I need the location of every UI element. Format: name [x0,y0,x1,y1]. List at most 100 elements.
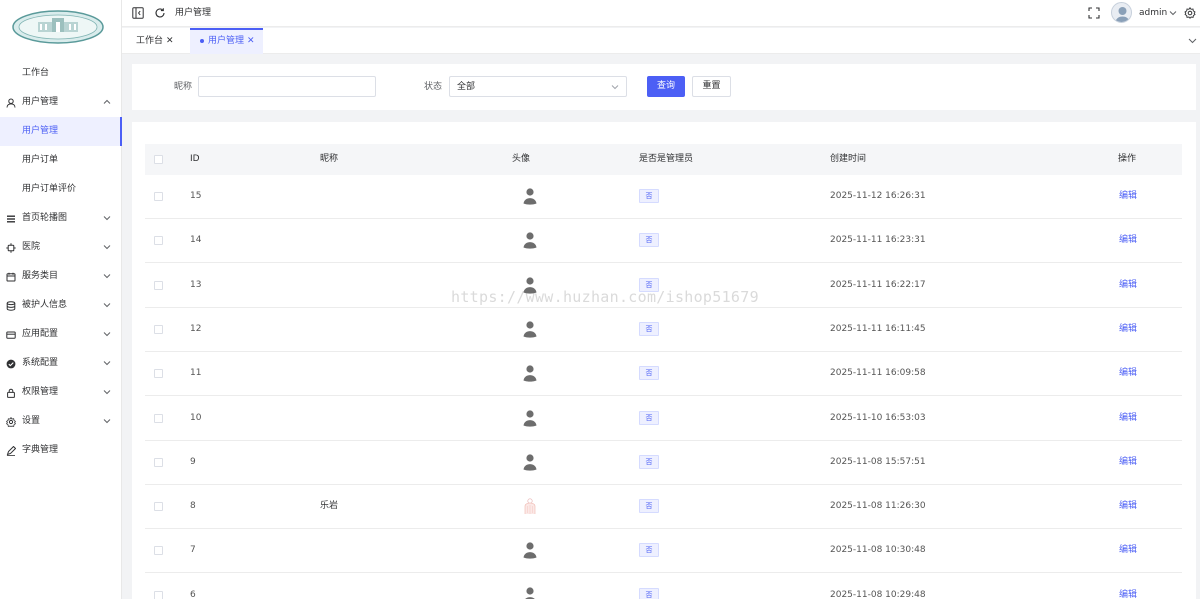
is-admin-badge: 否 [639,321,659,336]
table-row[interactable]: 12 否 2025-11-11 16:11:45 编辑 [145,308,1182,352]
tabs-bar: 工作台 ✕ 用户管理 ✕ [122,28,1200,54]
refresh-icon[interactable] [154,7,166,19]
sidebar-item-workbench[interactable]: 工作台 [0,59,122,88]
row-checkbox[interactable] [154,280,163,290]
nickname-input[interactable] [198,76,376,97]
edit-link[interactable]: 编辑 [1119,324,1137,335]
chevron-down-icon [103,216,111,221]
edit-link[interactable]: 编辑 [1119,191,1137,202]
user-icon [6,98,16,108]
close-icon[interactable]: ✕ [247,36,255,46]
row-checkbox[interactable] [154,502,163,512]
lock-icon [7,388,15,398]
table-row[interactable]: 8 乐岩 否 2025-11-08 11:26:30 编辑 [145,485,1182,530]
table-row[interactable]: 14 否 2025-11-11 16:23:31 编辑 [145,219,1182,264]
is-admin-badge: 否 [639,587,659,599]
is-admin-badge: 否 [639,499,659,514]
tab-workbench[interactable]: 工作台 ✕ [136,28,192,54]
cell-created: 2025-11-08 11:26:30 [830,501,926,512]
edit-link[interactable]: 编辑 [1119,413,1137,424]
row-checkbox[interactable] [154,236,163,246]
edit-link[interactable]: 编辑 [1119,368,1137,379]
cell-id: 7 [190,545,196,556]
sidebar-item-label: 服务类目 [22,271,59,281]
row-checkbox[interactable] [154,369,163,379]
topbar: 用户管理 admin [122,0,1200,27]
sidebar-subitem-user-orders[interactable]: 用户订单 [0,146,122,175]
sidebar-item-label: 权限管理 [22,387,59,397]
close-icon[interactable]: ✕ [166,36,174,46]
row-checkbox[interactable] [154,457,163,467]
user-avatar-icon [522,320,538,338]
cell-id: 15 [190,191,202,201]
sidebar-subitem-order-reviews[interactable]: 用户订单评价 [0,175,122,204]
cell-created: 2025-11-11 16:22:17 [830,279,926,290]
table-row[interactable]: 7 否 2025-11-08 10:30:48 编辑 [145,529,1182,574]
cell-created: 2025-11-08 10:30:48 [830,545,926,556]
edit-link[interactable]: 编辑 [1119,545,1137,556]
select-all-checkbox[interactable] [154,155,163,164]
status-select[interactable]: 全部 [449,76,627,97]
sidebar-item-label: 工作台 [22,68,50,78]
active-dot-icon [200,38,204,43]
database-icon [6,301,16,311]
sidebar-item-label: 用户管理 [22,97,59,107]
sidebar: 工作台 用户管理 用户管理 用户订单 用户订单评价 首页轮播图 医院 服务类目 [0,0,122,599]
user-avatar-icon [522,497,538,515]
table-row[interactable]: 15 否 2025-11-12 16:26:31 编辑 [145,175,1182,219]
chevron-down-icon[interactable] [1188,36,1197,45]
sidebar-item-hospital[interactable]: 医院 [0,233,122,262]
sidebar-item-label: 医院 [22,242,41,252]
is-admin-badge: 否 [639,410,659,425]
cell-id: 9 [190,456,196,467]
chevron-down-icon [103,274,111,279]
row-checkbox[interactable] [154,546,163,556]
chevron-down-icon[interactable] [1169,9,1177,17]
username[interactable]: admin [1139,8,1167,19]
sidebar-item-label: 用户订单 [22,155,59,165]
user-avatar-icon [522,409,538,427]
search-panel: 昵称 状态 全部 查询 重置 [132,64,1196,110]
row-checkbox[interactable] [154,413,163,423]
sidebar-item-settings[interactable]: 设置 [0,407,122,436]
avatar[interactable] [1111,2,1132,23]
sidebar-item-label: 被护人信息 [22,300,68,310]
sidebar-item-label: 用户订单评价 [22,184,77,194]
status-select-value: 全部 [457,82,476,92]
table-row[interactable]: 11 否 2025-11-11 16:09:58 编辑 [145,352,1182,397]
sidebar-item-patient-info[interactable]: 被护人信息 [0,291,122,320]
sidebar-item-service-category[interactable]: 服务类目 [0,262,122,291]
reset-button[interactable]: 重置 [692,76,731,97]
chevron-down-icon [103,332,111,337]
cell-id: 6 [190,589,196,599]
sidebar-item-permissions[interactable]: 权限管理 [0,378,122,407]
cell-created: 2025-11-10 16:53:03 [830,412,926,423]
sidebar-item-user-management[interactable]: 用户管理 [0,88,122,117]
tab-user-management[interactable]: 用户管理 ✕ [190,28,263,54]
edit-link[interactable]: 编辑 [1119,235,1137,246]
table-row[interactable]: 9 否 2025-11-08 15:57:51 编辑 [145,441,1182,485]
row-checkbox[interactable] [154,192,163,201]
edit-link[interactable]: 编辑 [1119,457,1137,468]
row-checkbox[interactable] [154,590,163,599]
edit-link[interactable]: 编辑 [1119,280,1137,291]
sidebar-item-label: 首页轮播图 [22,213,68,223]
collapse-sidebar-icon[interactable] [132,7,144,19]
edit-link[interactable]: 编辑 [1119,590,1137,599]
chevron-up-icon [103,99,111,104]
sidebar-subitem-user-management[interactable]: 用户管理 [0,117,122,146]
query-button[interactable]: 查询 [647,76,685,97]
sidebar-item-app-config[interactable]: 应用配置 [0,320,122,349]
table-row[interactable]: 10 否 2025-11-10 16:53:03 编辑 [145,397,1182,441]
row-checkbox[interactable] [154,324,163,334]
edit-link[interactable]: 编辑 [1119,501,1137,512]
table-row[interactable]: 6 否 2025-11-08 10:29:48 编辑 [145,574,1182,599]
fullscreen-icon[interactable] [1088,7,1100,19]
cell-created: 2025-11-11 16:11:45 [830,323,926,334]
settings-gear-icon[interactable] [1184,7,1196,19]
sidebar-item-home-carousel[interactable]: 首页轮播图 [0,204,122,233]
sidebar-item-system-config[interactable]: 系统配置 [0,349,122,378]
breadcrumb: 用户管理 [175,8,212,18]
sidebar-item-dictionary[interactable]: 字典管理 [0,436,122,465]
sidebar-item-label: 系统配置 [22,358,59,368]
